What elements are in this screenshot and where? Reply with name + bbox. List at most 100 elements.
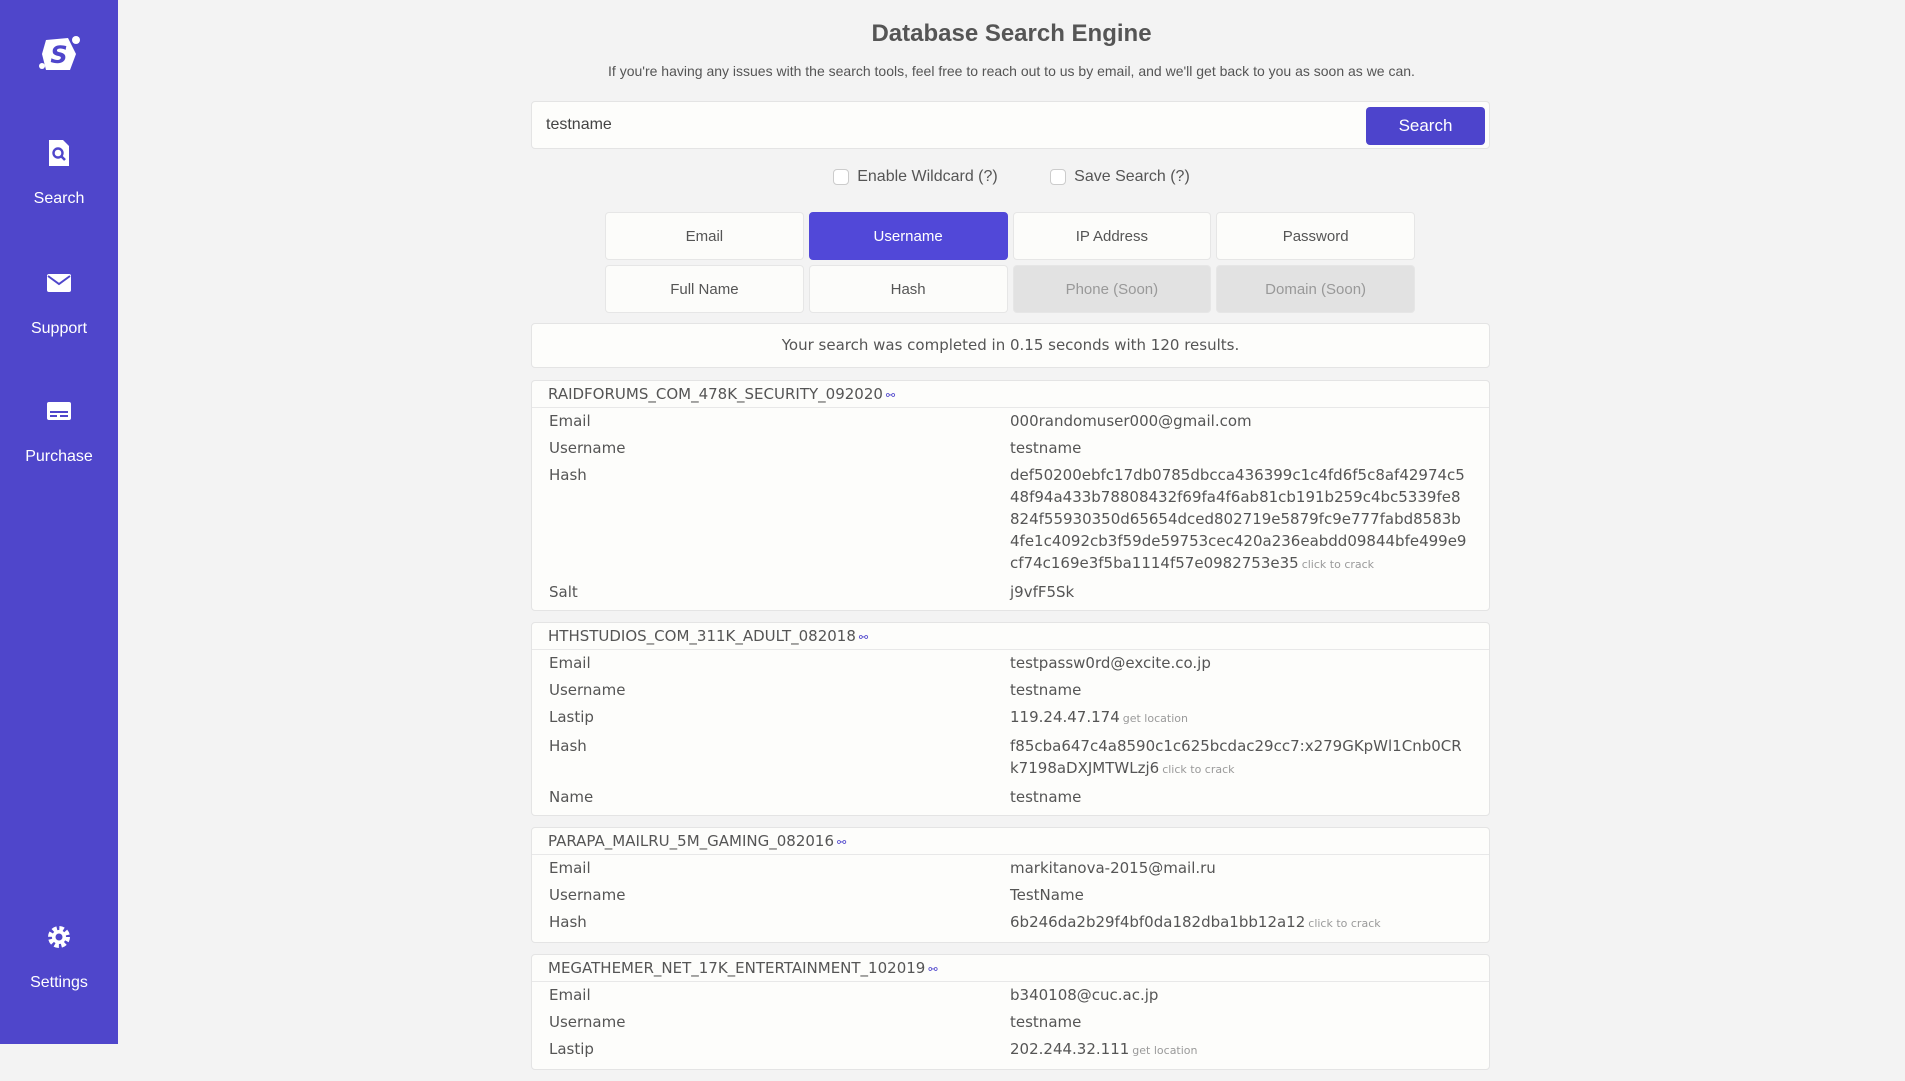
field-label: Email <box>549 412 591 430</box>
sidebar-item-purchase[interactable]: Purchase <box>0 396 118 466</box>
search-button[interactable]: Search <box>1366 107 1485 145</box>
field-value-cell: testname <box>1010 435 1470 462</box>
field-label: Username <box>549 439 626 457</box>
search-type-grid: Email Username IP Address Password Full Name… <box>605 212 1415 313</box>
field-label: Username <box>549 1013 626 1031</box>
sidebar-item-support[interactable]: Support <box>0 268 118 338</box>
result-field-row: Email markitanova-2015@mail.ru <box>532 855 1489 882</box>
result-card: PARAPA_MAILRU_5M_GAMING_082016 ⚯ Email mark… <box>531 827 1490 943</box>
result-field-row: Email b340108@cuc.ac.jp <box>532 982 1489 1009</box>
field-value: 119.24.47.174 <box>1010 708 1120 726</box>
get-location-link[interactable]: get location <box>1132 1044 1197 1057</box>
search-type-username[interactable]: Username <box>808 212 1008 260</box>
sidebar-item-search[interactable]: Search <box>0 138 118 208</box>
field-label: Hash <box>549 466 587 484</box>
result-card: MEGATHEMER_NET_17K_ENTERTAINMENT_102019 ⚯… <box>531 954 1490 1070</box>
field-value: def50200ebfc17db0785dbcca436399c1c4fd6f5… <box>1010 466 1467 572</box>
svg-text:S: S <box>50 41 67 69</box>
get-location-link[interactable]: get location <box>1123 712 1188 725</box>
field-label: Salt <box>549 583 578 601</box>
search-type-email[interactable]: Email <box>605 212 804 260</box>
results-list: RAIDFORUMS_COM_478K_SECURITY_092020 ⚯ Emai… <box>531 380 1490 1081</box>
field-value: b340108@cuc.ac.jp <box>1010 986 1159 1004</box>
link-icon[interactable]: ⚯ <box>886 389 895 402</box>
search-type-phone-soon: Phone (Soon) <box>1012 265 1212 313</box>
link-icon[interactable]: ⚯ <box>928 963 937 976</box>
field-value-cell: testname <box>1010 784 1470 811</box>
field-label: Hash <box>549 913 587 931</box>
field-label: Email <box>549 859 591 877</box>
field-label: Username <box>549 681 626 699</box>
field-value-cell: 119.24.47.174 get location <box>1010 704 1470 733</box>
result-field-row: Hash f85cba647c4a8590c1c625bcdac29cc7:x27… <box>532 733 1489 784</box>
source-name: MEGATHEMER_NET_17K_ENTERTAINMENT_102019 <box>548 959 926 977</box>
click-to-crack-link[interactable]: click to crack <box>1162 763 1234 776</box>
sidebar-item-label: Settings <box>30 974 88 991</box>
field-value: testname <box>1010 681 1082 699</box>
checkbox-box[interactable] <box>833 169 850 185</box>
field-value-cell: 6b246da2b29f4bf0da182dba1bb12a12 click to… <box>1010 909 1470 938</box>
source-name: PARAPA_MAILRU_5M_GAMING_082016 <box>548 832 834 850</box>
result-source: HTHSTUDIOS_COM_311K_ADULT_082018 ⚯ <box>532 623 1489 650</box>
mail-icon <box>47 274 71 292</box>
result-field-row: Salt j9vfF5Sk <box>532 579 1489 606</box>
field-label: Username <box>549 886 626 904</box>
result-field-row: Email testpassw0rd@excite.co.jp <box>532 650 1489 677</box>
field-value-cell: b340108@cuc.ac.jp <box>1010 982 1470 1009</box>
field-value: markitanova-2015@mail.ru <box>1010 859 1216 877</box>
enable-wildcard-checkbox[interactable]: Enable Wildcard (?) <box>833 168 998 186</box>
field-value-cell: 000randomuser000@gmail.com <box>1010 408 1470 435</box>
sidebar-item-settings[interactable]: Settings <box>0 922 118 992</box>
field-value: testname <box>1010 1013 1082 1031</box>
result-source: MEGATHEMER_NET_17K_ENTERTAINMENT_102019 ⚯ <box>532 955 1489 982</box>
field-label: Hash <box>549 737 587 755</box>
click-to-crack-link[interactable]: click to crack <box>1308 917 1380 930</box>
field-label: Email <box>549 986 591 1004</box>
result-field-row: Username TestName <box>532 882 1489 909</box>
click-to-crack-link[interactable]: click to crack <box>1302 558 1374 571</box>
field-value: 6b246da2b29f4bf0da182dba1bb12a12 <box>1010 913 1306 931</box>
link-icon[interactable]: ⚯ <box>837 836 846 849</box>
result-field-row: Name testname <box>532 784 1489 811</box>
field-label: Name <box>549 788 594 806</box>
result-field-row: Username testname <box>532 1009 1489 1036</box>
field-value: TestName <box>1010 886 1084 904</box>
sidebar-item-label: Search <box>33 190 85 207</box>
field-value-cell: 202.244.32.111 get location <box>1010 1036 1470 1065</box>
checkbox-box[interactable] <box>1050 169 1067 185</box>
search-status: Your search was completed in 0.15 second… <box>531 323 1490 368</box>
search-type-full-name[interactable]: Full Name <box>605 265 804 313</box>
field-value-cell: j9vfF5Sk <box>1010 579 1470 606</box>
logo-icon[interactable]: S <box>38 34 80 74</box>
link-icon[interactable]: ⚯ <box>859 631 868 644</box>
search-input[interactable] <box>546 102 1326 148</box>
checkbox-label: Enable Wildcard (?) <box>857 168 998 185</box>
field-value-cell: testname <box>1010 677 1470 704</box>
result-field-row: Email 000randomuser000@gmail.com <box>532 408 1489 435</box>
field-value: 202.244.32.111 <box>1010 1040 1130 1058</box>
result-card: RAIDFORUMS_COM_478K_SECURITY_092020 ⚯ Emai… <box>531 380 1490 611</box>
field-value: f85cba647c4a8590c1c625bcdac29cc7:x279GKp… <box>1010 737 1462 777</box>
field-value: 000randomuser000@gmail.com <box>1010 412 1252 430</box>
result-field-row: Hash 6b246da2b29f4bf0da182dba1bb12a12 clic… <box>532 909 1489 938</box>
save-search-checkbox[interactable]: Save Search (?) <box>1050 168 1190 186</box>
field-value-cell: def50200ebfc17db0785dbcca436399c1c4fd6f5… <box>1010 462 1470 579</box>
result-field-row: Username testname <box>532 435 1489 462</box>
search-type-ip-address[interactable]: IP Address <box>1012 212 1212 260</box>
page-title: Database Search Engine <box>871 20 1152 47</box>
card-icon <box>47 402 71 420</box>
search-file-icon <box>49 140 69 166</box>
field-value: j9vfF5Sk <box>1010 583 1075 601</box>
search-type-domain-soon: Domain (Soon) <box>1216 265 1415 313</box>
search-type-password[interactable]: Password <box>1216 212 1415 260</box>
search-bar: Search <box>531 101 1490 149</box>
search-type-hash[interactable]: Hash <box>808 265 1008 313</box>
field-label: Lastip <box>549 708 594 726</box>
result-field-row: Lastip 202.244.32.111 get location <box>532 1036 1489 1065</box>
checkbox-label: Save Search (?) <box>1074 168 1190 185</box>
result-card: HTHSTUDIOS_COM_311K_ADULT_082018 ⚯ Email te… <box>531 622 1490 816</box>
gear-icon <box>48 926 70 948</box>
field-value: testpassw0rd@excite.co.jp <box>1010 654 1211 672</box>
source-name: HTHSTUDIOS_COM_311K_ADULT_082018 <box>548 627 856 645</box>
field-value-cell: testpassw0rd@excite.co.jp <box>1010 650 1470 677</box>
